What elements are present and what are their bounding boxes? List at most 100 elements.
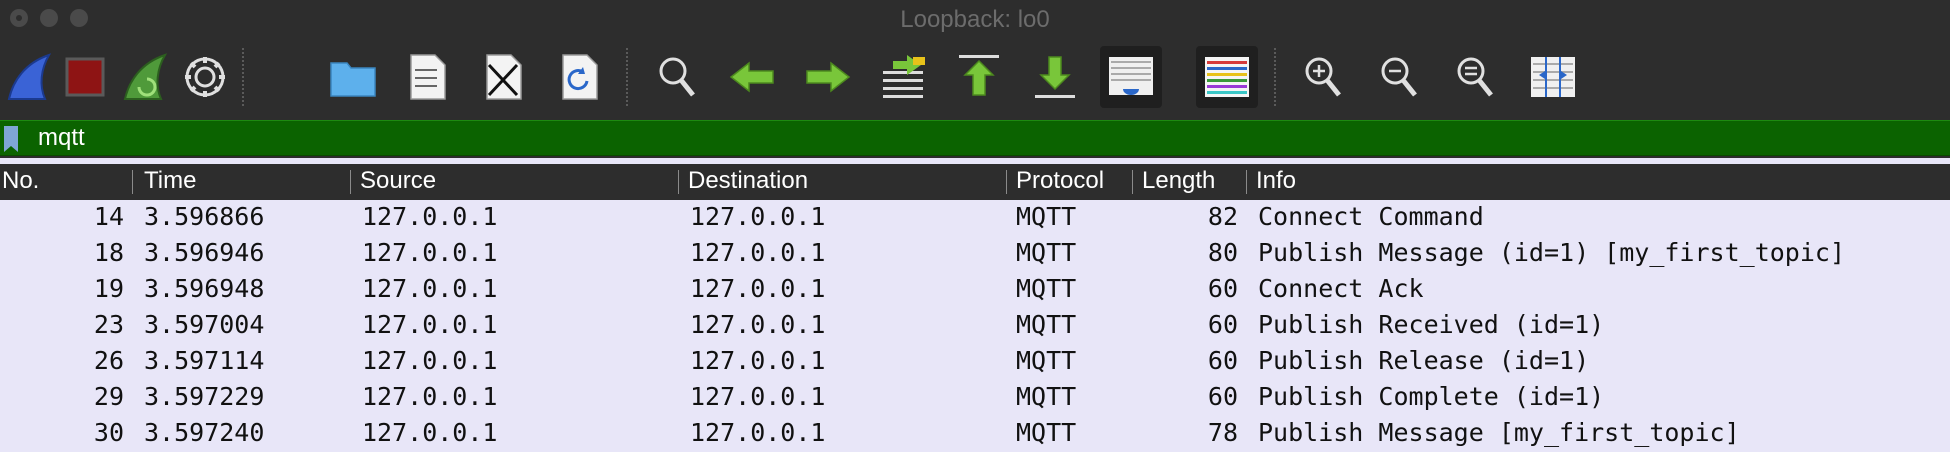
cell-time: 3.597229 [144, 382, 265, 411]
column-header-time[interactable]: Time [144, 167, 196, 195]
capture-options-button[interactable] [178, 50, 232, 104]
save-file-button[interactable] [400, 50, 454, 104]
zoom-normal-icon [1457, 57, 1493, 97]
cell-no: 14 [93, 202, 124, 231]
cell-time: 3.596866 [144, 202, 265, 231]
cell-protocol: MQTT [1016, 418, 1077, 447]
cell-info: Publish Complete (id=1) [1258, 382, 1605, 411]
folder-icon [330, 62, 376, 97]
bookmark-icon[interactable] [4, 126, 18, 152]
zoom-in-icon [1305, 57, 1341, 97]
cell-destination: 127.0.0.1 [690, 202, 826, 231]
column-divider[interactable] [132, 170, 133, 194]
column-header-length[interactable]: Length [1142, 167, 1215, 195]
column-divider[interactable] [350, 170, 351, 194]
cell-time: 3.596946 [144, 238, 265, 267]
cell-protocol: MQTT [1016, 346, 1077, 375]
window-title: Loopback: lo0 [900, 6, 1050, 33]
title-bar: Loopback: lo0 [0, 0, 1950, 36]
restart-capture-button[interactable] [118, 50, 172, 104]
cell-time: 3.597240 [144, 418, 265, 447]
cell-destination: 127.0.0.1 [690, 346, 826, 375]
magnifier-icon [659, 57, 695, 97]
colorize-lines-icon [1205, 57, 1249, 97]
filter-text: mqtt [38, 124, 85, 151]
column-header-protocol[interactable]: Protocol [1016, 167, 1104, 195]
column-divider[interactable] [1246, 170, 1247, 194]
cell-length: 60 [1207, 382, 1238, 411]
table-row[interactable]: 18 3.596946 127.0.0.1 127.0.0.1 MQTT 80 … [0, 236, 1950, 272]
close-file-icon [486, 54, 522, 100]
cell-info: Connect Ack [1258, 274, 1424, 303]
auto-scroll-button[interactable] [1100, 46, 1162, 108]
cell-source: 127.0.0.1 [362, 382, 498, 411]
table-row[interactable]: 14 3.596866 127.0.0.1 127.0.0.1 MQTT 82 … [0, 200, 1950, 236]
binary-file-icon [410, 54, 446, 100]
go-last-packet-button[interactable] [1028, 50, 1082, 104]
cell-source: 127.0.0.1 [362, 346, 498, 375]
resize-columns-button[interactable] [1526, 50, 1580, 104]
toolbar-separator [1274, 48, 1276, 106]
go-forward-button[interactable] [800, 50, 854, 104]
packet-list-header: No. Time Source Destination Protocol Len… [0, 164, 1950, 200]
column-header-no[interactable]: No. [2, 167, 39, 195]
restart-fin-icon [123, 53, 168, 100]
cell-destination: 127.0.0.1 [690, 418, 826, 447]
table-row[interactable]: 29 3.597229 127.0.0.1 127.0.0.1 MQTT 60 … [0, 380, 1950, 416]
cell-destination: 127.0.0.1 [690, 238, 826, 267]
cell-source: 127.0.0.1 [362, 274, 498, 303]
column-divider[interactable] [678, 170, 679, 194]
table-row[interactable]: 30 3.597240 127.0.0.1 127.0.0.1 MQTT 78 … [0, 416, 1950, 452]
column-header-destination[interactable]: Destination [688, 167, 808, 195]
autoscroll-icon [1109, 57, 1153, 95]
cell-info: Publish Received (id=1) [1258, 310, 1605, 339]
start-capture-button[interactable] [2, 50, 56, 104]
toolbar-separator [626, 48, 628, 106]
close-file-button[interactable] [476, 50, 530, 104]
find-packet-button[interactable] [650, 50, 704, 104]
jump-to-icon [883, 55, 925, 98]
cell-no: 18 [93, 238, 124, 267]
cell-time: 3.596948 [144, 274, 265, 303]
zoom-reset-button[interactable] [1448, 50, 1502, 104]
cell-protocol: MQTT [1016, 202, 1077, 231]
reload-file-button[interactable] [552, 50, 606, 104]
cell-source: 127.0.0.1 [362, 202, 498, 231]
shark-fin-icon [7, 53, 52, 100]
table-row[interactable]: 26 3.597114 127.0.0.1 127.0.0.1 MQTT 60 … [0, 344, 1950, 380]
cell-no: 29 [93, 382, 124, 411]
cell-source: 127.0.0.1 [362, 310, 498, 339]
arrow-left-icon [729, 61, 774, 93]
cell-protocol: MQTT [1016, 382, 1077, 411]
cell-length: 60 [1207, 346, 1238, 375]
gear-icon [185, 57, 225, 97]
stop-capture-button[interactable] [58, 50, 112, 104]
zoom-in-button[interactable] [1296, 50, 1350, 104]
go-back-button[interactable] [726, 50, 780, 104]
cell-length: 60 [1207, 274, 1238, 303]
column-header-source[interactable]: Source [360, 167, 436, 195]
cell-protocol: MQTT [1016, 238, 1077, 267]
arrow-right-icon [806, 61, 851, 93]
colorize-button[interactable] [1196, 46, 1258, 108]
cell-length: 80 [1207, 238, 1238, 267]
table-row[interactable]: 19 3.596948 127.0.0.1 127.0.0.1 MQTT 60 … [0, 272, 1950, 308]
cell-no: 26 [93, 346, 124, 375]
display-filter-bar: mqtt [0, 118, 1950, 158]
column-divider[interactable] [1006, 170, 1007, 194]
arrow-up-bar-icon [959, 55, 999, 96]
cell-no: 30 [93, 418, 124, 447]
cell-info: Publish Release (id=1) [1258, 346, 1590, 375]
table-row[interactable]: 23 3.597004 127.0.0.1 127.0.0.1 MQTT 60 … [0, 308, 1950, 344]
go-to-packet-button[interactable] [876, 50, 930, 104]
resize-columns-icon [1531, 57, 1575, 97]
open-file-button[interactable] [326, 50, 380, 104]
column-divider[interactable] [1132, 170, 1133, 194]
go-first-packet-button[interactable] [952, 50, 1006, 104]
stop-square-icon [65, 57, 105, 97]
display-filter-input[interactable]: mqtt [0, 120, 1950, 156]
column-header-info[interactable]: Info [1256, 167, 1296, 195]
zoom-out-button[interactable] [1372, 50, 1426, 104]
cell-protocol: MQTT [1016, 274, 1077, 303]
cell-info: Publish Message (id=1) [my_first_topic] [1258, 238, 1845, 267]
